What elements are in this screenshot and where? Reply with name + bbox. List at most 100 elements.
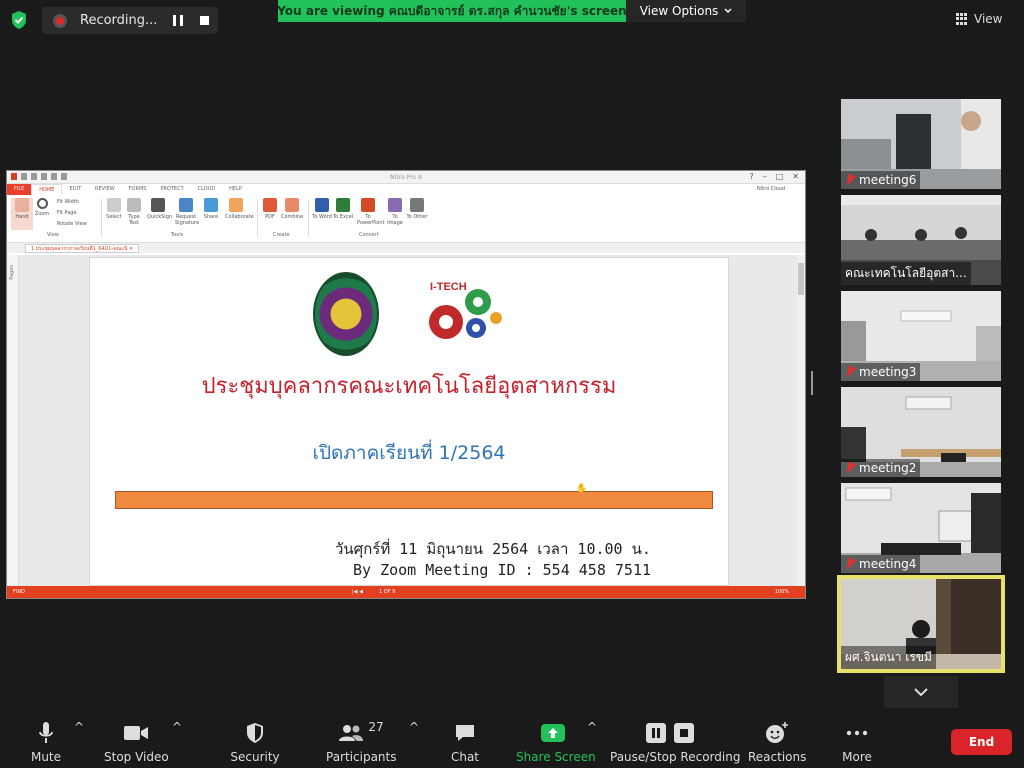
page-indicator[interactable]: 1 OF 9 <box>379 589 395 595</box>
university-seal-logo <box>313 272 379 356</box>
tab-protect[interactable]: PROTECT <box>153 184 190 195</box>
to-powerpoint-button[interactable]: To PowerPoint <box>357 198 385 226</box>
pause-recording-icon[interactable] <box>173 15 183 26</box>
close-icon: ✕ <box>792 172 799 181</box>
pdf-page[interactable]: I-TECH ประชุมบุคลากรคณะเทคโนโลยีอุตสาหกร… <box>89 257 729 586</box>
to-word-button[interactable]: To Word <box>311 198 333 220</box>
more-button[interactable]: More <box>836 720 878 764</box>
participant-tile[interactable]: คณะเทคโนโลยีอุตสา... <box>841 195 1001 285</box>
more-dots-icon <box>846 730 868 736</box>
stop-video-button[interactable]: Stop Video <box>104 720 169 764</box>
pause-stop-recording-label: Pause/Stop Recording <box>610 750 741 764</box>
security-button[interactable]: Security <box>230 720 280 764</box>
video-options-caret-icon[interactable]: ^ <box>172 720 182 734</box>
type-text-icon <box>127 198 141 212</box>
participant-tile[interactable]: meeting3 <box>841 291 1001 381</box>
quicksign-button[interactable]: QuickSign <box>147 198 172 220</box>
ribbon-tabs: FILE HOME EDIT REVIEW FORMS PROTECT CLOU… <box>7 184 805 195</box>
window-controls[interactable]: ? – □ ✕ <box>749 172 799 181</box>
zoom-level[interactable]: 100% <box>775 589 789 595</box>
combine-button[interactable]: Combine <box>281 198 303 220</box>
recording-dot-icon <box>53 13 67 28</box>
tab-cloud[interactable]: CLOUD <box>191 184 223 195</box>
view-button[interactable]: View <box>956 8 1018 30</box>
stop-video-label: Stop Video <box>104 750 169 764</box>
tools-group-label: Tools <box>171 232 184 238</box>
other-format-icon <box>410 198 424 212</box>
participant-tile[interactable]: meeting4 <box>841 483 1001 573</box>
participants-button[interactable]: 27 Participants <box>326 720 397 764</box>
close-tab-icon[interactable]: ✕ <box>129 246 133 252</box>
signature-icon <box>179 198 193 212</box>
tab-help[interactable]: HELP <box>222 184 249 195</box>
active-speaker-tile[interactable]: ผศ.จินตนา เรขมี <box>837 575 1005 673</box>
participant-name: meeting4 <box>859 557 917 571</box>
shared-screen[interactable]: Nitro Pro 9 ? – □ ✕ FILE HOME EDIT REVIEW F… <box>6 170 806 599</box>
reactions-button[interactable]: Reactions <box>748 720 806 764</box>
to-other-button[interactable]: To Other <box>406 198 428 220</box>
share-button[interactable]: Share <box>200 198 222 220</box>
smiley-plus-icon <box>766 722 788 743</box>
collaborate-button[interactable]: Collaborate <box>225 198 254 220</box>
participant-name: คณะเทคโนโลยีอุตสา... <box>845 266 967 280</box>
view-options-button[interactable]: View Options <box>626 0 746 22</box>
pages-panel[interactable]: Pages <box>7 255 19 586</box>
participant-name: meeting3 <box>859 365 917 379</box>
participants-options-caret-icon[interactable]: ^ <box>409 720 419 734</box>
pen-icon <box>151 198 165 212</box>
participants-icon <box>339 725 364 741</box>
end-meeting-button[interactable]: End <box>951 729 1012 755</box>
gallery-next-page-button[interactable] <box>884 676 958 708</box>
fit-width-button[interactable]: Fit Width <box>57 199 79 205</box>
tab-home[interactable]: HOME <box>31 184 63 195</box>
rotate-view-button[interactable]: Rotate View <box>57 221 87 227</box>
pdf-icon <box>263 198 277 212</box>
tab-review[interactable]: REVIEW <box>88 184 122 195</box>
tab-forms[interactable]: FORMS <box>122 184 154 195</box>
chat-label: Chat <box>450 750 480 764</box>
encryption-shield-icon[interactable] <box>10 10 28 30</box>
minimize-icon: – <box>762 172 767 181</box>
select-tool-button[interactable]: Select <box>103 198 125 220</box>
zoom-meeting-window: Recording... You are viewing คณบดีอาจารย… <box>0 0 1024 768</box>
muted-mic-icon <box>845 174 855 186</box>
pause-stop-recording-button[interactable]: Pause/Stop Recording <box>610 720 741 764</box>
vertical-scrollbar[interactable] <box>797 255 805 586</box>
participant-tile[interactable]: meeting6 <box>841 99 1001 189</box>
to-image-button[interactable]: To Image <box>384 198 406 226</box>
video-camera-icon <box>124 726 148 740</box>
participant-name: meeting6 <box>859 173 917 187</box>
participant-tile[interactable]: meeting2 <box>841 387 1001 477</box>
stop-recording-icon[interactable] <box>200 16 209 25</box>
request-signature-button[interactable]: Request Signature <box>175 198 199 226</box>
security-label: Security <box>230 750 280 764</box>
security-shield-icon <box>247 723 263 743</box>
fit-page-button[interactable]: Fit Page <box>57 210 77 216</box>
reactions-label: Reactions <box>748 750 807 764</box>
recording-label: Recording... <box>80 13 158 28</box>
hand-tool-button[interactable]: Hand <box>11 198 33 230</box>
type-text-button[interactable]: Type Text <box>123 198 145 226</box>
scroll-thumb[interactable] <box>798 263 804 295</box>
audio-options-caret-icon[interactable]: ^ <box>74 720 84 734</box>
share-options-caret-icon[interactable]: ^ <box>587 720 597 734</box>
tab-file[interactable]: FILE <box>7 184 32 195</box>
select-icon <box>107 198 121 212</box>
zoom-tool-button[interactable]: Zoom <box>31 198 53 217</box>
find-button[interactable]: FIND <box>13 589 25 595</box>
pdf-button[interactable]: PDF <box>259 198 281 220</box>
share-screen-button[interactable]: Share Screen <box>516 720 596 764</box>
panel-splitter[interactable] <box>811 371 813 395</box>
view-group-label: View <box>47 232 59 238</box>
viewing-screen-banner: You are viewing คณบดีอาจารย์ ดร.สกุล คำน… <box>278 0 626 22</box>
chat-button[interactable]: Chat <box>446 720 484 764</box>
grid-view-icon <box>956 13 968 25</box>
mute-label: Mute <box>30 750 62 764</box>
page-navigation-icon[interactable]: |◀ ◀ <box>352 589 363 595</box>
document-tab[interactable]: 1.ประชุมบุคลากรภาคเรียนที่1_64U1-คณะนี ✕ <box>25 244 140 253</box>
mute-button[interactable]: Mute <box>26 720 66 764</box>
nitro-cloud-link[interactable]: Nitro Cloud <box>757 186 785 192</box>
tab-edit[interactable]: EDIT <box>62 184 88 195</box>
itech-logo: I-TECH <box>429 281 502 339</box>
to-excel-button[interactable]: To Excel <box>332 198 354 220</box>
